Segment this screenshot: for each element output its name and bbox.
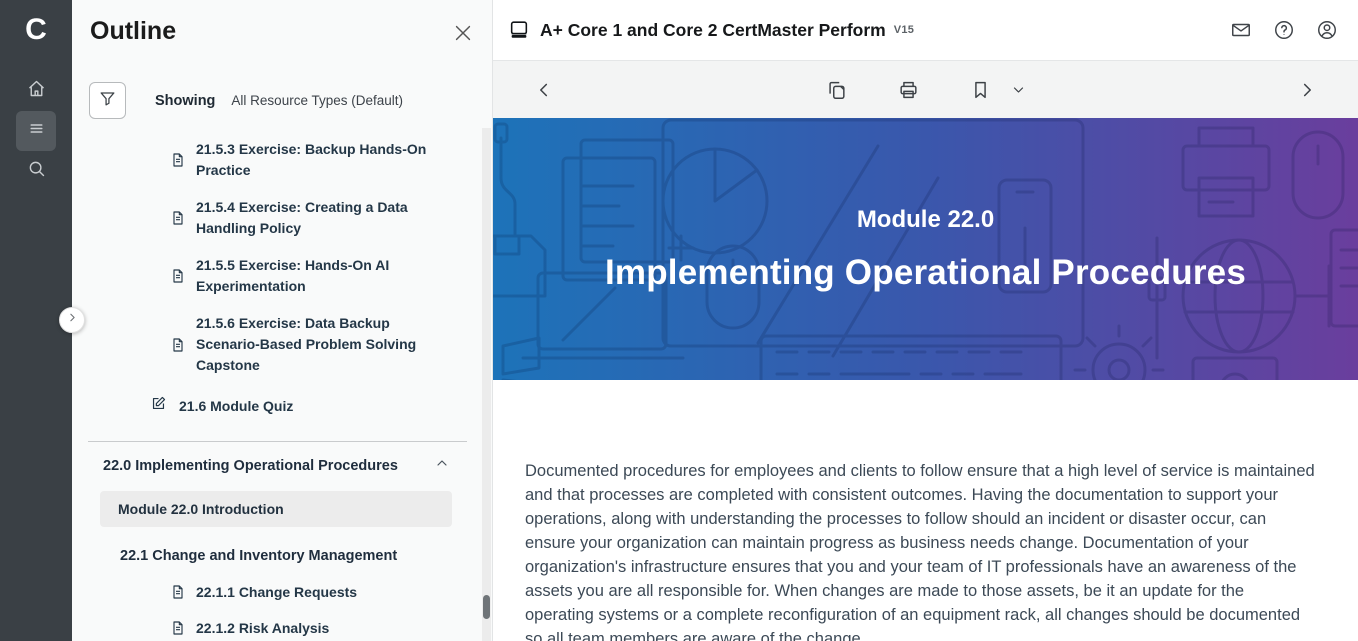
filter-value[interactable]: All Resource Types (Default) [231, 93, 403, 108]
outline-item-label: Module 22.0 Introduction [118, 501, 284, 517]
header-actions [1230, 19, 1338, 41]
document-icon [170, 584, 186, 600]
bookmark-icon[interactable] [969, 79, 991, 101]
main-area: A+ Core 1 and Core 2 CertMaster Perform … [493, 0, 1358, 641]
outline-item-label: 21.5.5 Exercise: Hands-On AI Experimenta… [196, 255, 432, 297]
document-icon [170, 337, 186, 353]
previous-page-button[interactable] [533, 79, 555, 101]
comptia-logo: C [0, 8, 72, 52]
quiz-pencil-icon [150, 395, 167, 417]
close-icon [452, 31, 474, 48]
outline-item-21-5-3[interactable]: 21.5.3 Exercise: Backup Hands-On Practic… [170, 139, 493, 181]
outline-scrollbar-thumb[interactable] [483, 595, 490, 619]
filter-funnel-icon [98, 89, 117, 113]
outline-item-21-5-4[interactable]: 21.5.4 Exercise: Creating a Data Handlin… [170, 197, 493, 239]
close-outline-button[interactable] [452, 22, 476, 46]
outline-item-label: 21.5.3 Exercise: Backup Hands-On Practic… [196, 139, 432, 181]
outline-item-22-1-1[interactable]: 22.1.1 Change Requests [170, 584, 493, 600]
menu-icon [26, 118, 47, 144]
home-icon [26, 78, 47, 104]
home-button[interactable] [16, 71, 56, 111]
outline-item-label: 21.5.6 Exercise: Data Backup Scenario-Ba… [196, 313, 432, 376]
bookmark-dropdown-chevron[interactable] [1010, 82, 1026, 98]
outline-list: 21.5.3 Exercise: Backup Hands-On Practic… [72, 139, 493, 636]
mail-icon[interactable] [1230, 19, 1252, 41]
course-title: A+ Core 1 and Core 2 CertMaster Perform [540, 20, 886, 41]
banner-module-title: Implementing Operational Procedures [605, 253, 1246, 293]
outline-scrollbar-track[interactable] [482, 128, 491, 641]
outline-item-21-6-quiz[interactable]: 21.6 Module Quiz [150, 395, 493, 417]
module-hero-banner: Module 22.0 Implementing Operational Pro… [493, 118, 1358, 380]
outline-item-21-5-6[interactable]: 21.5.6 Exercise: Data Backup Scenario-Ba… [170, 313, 493, 376]
next-page-button[interactable] [1296, 79, 1318, 101]
outline-item-label: 22.1.1 Change Requests [196, 584, 357, 600]
outline-item-label: 21.6 Module Quiz [179, 398, 293, 414]
outline-item-label: 22.1.2 Risk Analysis [196, 620, 329, 636]
filter-row: Showing All Resource Types (Default) [89, 82, 403, 119]
chevron-up-icon [434, 455, 450, 476]
print-icon[interactable] [897, 79, 919, 101]
help-icon[interactable] [1273, 19, 1295, 41]
lesson-paragraph: Documented procedures for employees and … [525, 459, 1317, 641]
filter-button[interactable] [89, 82, 126, 119]
showing-label: Showing [155, 93, 215, 109]
outline-menu-button[interactable] [16, 111, 56, 151]
document-icon [170, 620, 186, 636]
outline-item-22-1[interactable]: 22.1 Change and Inventory Management [120, 548, 493, 564]
outline-item-21-5-5[interactable]: 21.5.5 Exercise: Hands-On AI Experimenta… [170, 255, 493, 297]
course-book-icon [508, 19, 530, 41]
document-icon [170, 210, 186, 226]
lesson-content: Documented procedures for employees and … [493, 380, 1358, 641]
outline-section-22-0[interactable]: 22.0 Implementing Operational Procedures [103, 455, 450, 476]
outline-item-module-22-0-introduction[interactable]: Module 22.0 Introduction [100, 491, 452, 527]
copy-icon[interactable] [825, 79, 847, 101]
toolbar-center-group [825, 79, 1026, 101]
search-icon [26, 158, 47, 184]
search-button[interactable] [16, 151, 56, 191]
document-icon [170, 152, 186, 168]
outline-panel: Outline Showing All Resource Types (Defa… [72, 0, 493, 641]
panel-collapse-button[interactable] [59, 307, 85, 333]
outline-item-22-1-2[interactable]: 22.1.2 Risk Analysis [170, 620, 493, 636]
outline-panel-title: Outline [90, 17, 176, 46]
account-icon[interactable] [1316, 19, 1338, 41]
outline-section-label: 22.0 Implementing Operational Procedures [103, 458, 398, 474]
course-version-badge: V15 [894, 24, 914, 36]
course-header: A+ Core 1 and Core 2 CertMaster Perform … [493, 0, 1358, 61]
document-icon [170, 268, 186, 284]
outline-divider [88, 441, 467, 442]
banner-gradient [493, 118, 1358, 380]
chevron-right-icon [66, 311, 79, 329]
app-screen: C Outline Showing All Resource Types (De… [0, 0, 1358, 641]
reader-toolbar [493, 61, 1358, 118]
banner-module-label: Module 22.0 [857, 206, 994, 234]
outline-item-label: 21.5.4 Exercise: Creating a Data Handlin… [196, 197, 432, 239]
